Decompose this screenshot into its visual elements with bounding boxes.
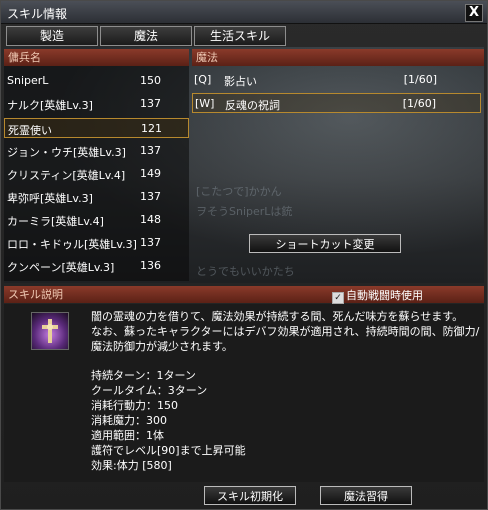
mercenary-level: 137 — [140, 97, 161, 110]
skill-info-window: スキル情報 X 製造 魔法 生活スキル [こたつで]かかん ヲそうSniperL… — [0, 0, 488, 510]
stat-mana-cost: 消耗魔力：300 — [91, 414, 167, 427]
magic-level-count: [1/60] — [403, 73, 437, 86]
mercenary-row[interactable]: クリスティン[英雄Lv.4] 149 — [4, 164, 189, 184]
description-line: 闇の霊魂の力を借りて、魔法効果が持続する間、死んだ味方を蘇らせます。 — [91, 310, 464, 323]
mercenary-level: 136 — [140, 259, 161, 272]
mercenary-level: 121 — [141, 122, 162, 135]
stat-action-cost: 消耗行動力：150 — [91, 399, 178, 412]
mercenary-name: 死霊使い — [8, 124, 52, 137]
mercenary-row[interactable]: ナルク[英雄Lv.3] 137 — [4, 94, 189, 114]
mercenary-name: ロロ・キドゥル[英雄Lv.3] — [7, 238, 137, 251]
magic-hotkey: [W] — [195, 97, 215, 110]
mercenary-list-header: 傭兵名 — [4, 49, 189, 66]
magic-name: 影占い — [224, 75, 257, 88]
mercenary-row[interactable]: カーミラ[英雄Lv.4] 148 — [4, 210, 189, 230]
checkbox-icon[interactable]: ✓ — [332, 292, 344, 304]
magic-name: 反魂の祝詞 — [225, 99, 280, 112]
mercenary-row[interactable]: クンペーン[英雄Lv.3] 136 — [4, 256, 189, 276]
title-bar[interactable]: スキル情報 X — [1, 1, 487, 24]
auto-battle-use-toggle[interactable]: ✓ 自動戦闘時使用 — [332, 287, 423, 304]
mercenary-level: 150 — [140, 74, 161, 87]
mercenary-name: ジョン・ウチ[英雄Lv.3] — [7, 146, 126, 159]
stat-effect: 効果:体力 [580] — [91, 459, 172, 472]
magic-hotkey: [Q] — [194, 73, 212, 86]
mercenary-name: カーミラ[英雄Lv.4] — [7, 215, 104, 228]
skill-icon — [31, 312, 69, 350]
stat-range: 適用範囲：1体 — [91, 429, 164, 442]
mercenary-row[interactable]: ジョン・ウチ[英雄Lv.3] 137 — [4, 141, 189, 161]
auto-battle-use-label: 自動戦闘時使用 — [346, 289, 423, 302]
mercenary-row[interactable]: SniperL 150 — [4, 71, 189, 91]
mercenary-level: 137 — [140, 236, 161, 249]
magic-row-selected[interactable]: [W] 反魂の祝詞 [1/60] — [192, 93, 481, 113]
mercenary-row-selected[interactable]: 死霊使い 121 — [4, 118, 189, 138]
close-button[interactable]: X — [465, 4, 483, 22]
mercenary-level: 148 — [140, 213, 161, 226]
change-shortcut-button[interactable]: ショートカット変更 — [249, 234, 401, 253]
mercenary-list: SniperL 150 ナルク[英雄Lv.3] 137 死霊使い 121 ジョン… — [4, 66, 189, 281]
mercenary-row[interactable]: 卑弥呼[英雄Lv.3] 137 — [4, 187, 189, 207]
description-line: 魔法防御力が減少されます。 — [91, 340, 233, 353]
magic-list-header: 魔法 — [192, 49, 484, 66]
mercenary-level: 137 — [140, 190, 161, 203]
tab-life-skill[interactable]: 生活スキル — [194, 26, 286, 46]
skill-reset-button[interactable]: スキル初期化 — [204, 486, 296, 505]
tab-production[interactable]: 製造 — [6, 26, 98, 46]
stat-duration: 持続ターン：1ターン — [91, 369, 196, 382]
mercenary-row[interactable]: ロロ・キドゥル[英雄Lv.3] 137 — [4, 233, 189, 253]
mercenary-name: 卑弥呼[英雄Lv.3] — [7, 192, 93, 205]
mercenary-name: ナルク[英雄Lv.3] — [7, 99, 93, 112]
magic-row[interactable]: [Q] 影占い [1/60] — [192, 70, 481, 90]
stat-cooldown: クールタイム：3ターン — [91, 384, 208, 397]
mercenary-name: クンペーン[英雄Lv.3] — [7, 261, 115, 274]
description-line: なお、蘇ったキャラクターにはデバフ効果が適用され、持続時間の間、防御力/ — [91, 325, 480, 338]
stat-max-level: 護符でレベル[90]まで上昇可能 — [91, 444, 246, 457]
mercenary-name: SniperL — [7, 74, 49, 87]
cross-icon — [42, 319, 58, 343]
mercenary-level: 149 — [140, 167, 161, 180]
magic-level-count: [1/60] — [402, 97, 436, 110]
mercenary-name: クリスティン[英雄Lv.4] — [7, 169, 126, 182]
mercenary-level: 137 — [140, 144, 161, 157]
window-title: スキル情報 — [7, 7, 68, 21]
tab-magic[interactable]: 魔法 — [100, 26, 192, 46]
learn-magic-button[interactable]: 魔法習得 — [320, 486, 412, 505]
